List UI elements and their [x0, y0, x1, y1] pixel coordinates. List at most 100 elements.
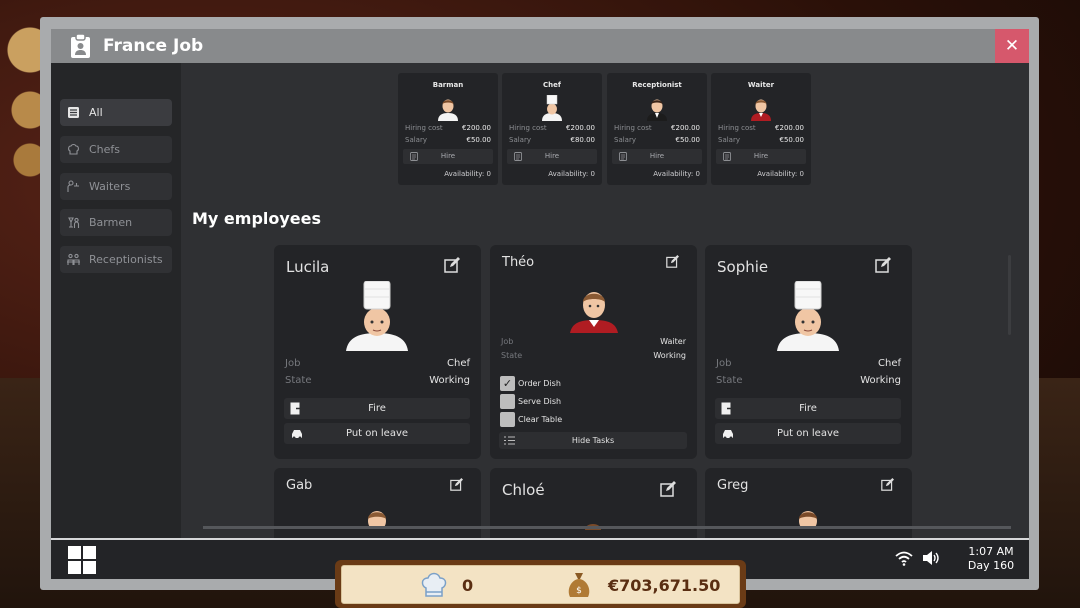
hire-button[interactable]: Hire: [612, 149, 702, 164]
hiring-cost-row: Hiring cost €200.00: [405, 124, 491, 132]
job-title: Barman: [432, 81, 464, 89]
document-icon: [619, 152, 627, 161]
state-row: State Working: [716, 375, 901, 386]
employee-card-sophie: Sophie Job Chef State Working Fire Put on …: [705, 245, 912, 459]
task-label: Serve Dish: [518, 397, 562, 406]
put-on-leave-button[interactable]: Put on leave: [715, 423, 901, 444]
close-button[interactable]: ✕: [995, 29, 1029, 63]
hiring-cost-label: Hiring cost: [405, 124, 443, 132]
state-row: State Working: [501, 351, 686, 360]
job-card-receptionist: Receptionist Hiring cost €200.00 Salary €5…: [607, 73, 707, 185]
task-clear-table[interactable]: Clear Table: [500, 412, 562, 427]
employee-name: Lucila: [286, 258, 330, 276]
employee-avatar: [368, 511, 386, 528]
clock-day: Day 160: [967, 559, 1015, 572]
employee-name: Chloé: [502, 481, 545, 499]
hiring-cost-value: €200.00: [775, 124, 804, 132]
edit-icon[interactable]: [660, 481, 676, 497]
sidebar-item-all[interactable]: All: [60, 99, 172, 126]
section-title: My employees: [192, 209, 322, 228]
fire-button[interactable]: Fire: [284, 398, 470, 419]
job-value: Chef: [447, 358, 470, 369]
put-on-leave-button[interactable]: Put on leave: [284, 423, 470, 444]
employee-card-lucila: Lucila Job Chef State Working Fire Put on …: [274, 245, 481, 459]
fire-label: Fire: [799, 403, 817, 414]
hire-label: Hire: [649, 152, 665, 160]
task-serve-dish[interactable]: Serve Dish: [500, 394, 561, 409]
job-title: Waiter: [747, 81, 775, 89]
salary-value: €50.00: [466, 136, 492, 144]
edit-icon[interactable]: [450, 478, 463, 491]
car-icon: [292, 430, 302, 440]
chef-count: 0: [462, 576, 474, 595]
edit-icon[interactable]: [875, 257, 891, 273]
edit-icon[interactable]: [444, 257, 460, 273]
availability: Availability: 0: [653, 170, 700, 178]
hire-button[interactable]: Hire: [403, 149, 493, 164]
france-job-window: France Job ✕ All Chefs Waiters Barmen Re…: [40, 17, 1039, 590]
window-title: France Job: [103, 36, 204, 56]
svg-text:$: $: [576, 586, 582, 596]
scrollbar[interactable]: [1008, 255, 1011, 335]
waiter-icon: [67, 180, 79, 192]
job-row: Job Chef: [716, 358, 901, 369]
sidebar-item-receptionists[interactable]: Receptionists: [60, 246, 172, 273]
edit-icon[interactable]: [881, 478, 894, 491]
hire-button[interactable]: Hire: [507, 149, 597, 164]
salary-label: Salary: [509, 136, 531, 144]
sidebar-item-chefs[interactable]: Chefs: [60, 136, 172, 163]
sidebar-item-barmen[interactable]: Barmen: [60, 209, 172, 236]
salary-value: €80.00: [570, 136, 596, 144]
availability-value: 0: [590, 170, 595, 178]
availability-label: Availability:: [444, 170, 485, 178]
barman-icon: [68, 217, 80, 228]
salary-value: €50.00: [779, 136, 805, 144]
checkbox[interactable]: [500, 394, 515, 409]
receptionist-avatar: [647, 99, 667, 121]
sidebar: All Chefs Waiters Barmen Receptionists: [51, 63, 181, 538]
document-icon: [410, 152, 418, 161]
sidebar-item-label: Waiters: [89, 180, 131, 193]
chef-hat-icon: [68, 143, 79, 155]
list-icon: [504, 436, 515, 445]
job-title: Chef: [543, 81, 561, 89]
hire-button[interactable]: Hire: [716, 149, 806, 164]
job-label: Job: [501, 337, 514, 346]
clipboard-badge-icon: [71, 34, 90, 58]
availability: Availability: 0: [444, 170, 491, 178]
availability-label: Availability:: [548, 170, 589, 178]
windows-start-icon[interactable]: [68, 546, 96, 574]
hiring-cost-value: €200.00: [462, 124, 491, 132]
wifi-icon[interactable]: [895, 550, 913, 566]
document-icon: [514, 152, 522, 161]
job-label: Job: [285, 358, 301, 369]
job-card-barman: Barman Hiring cost €200.00 Salary €50.00 H…: [398, 73, 498, 185]
task-order-dish[interactable]: ✓ Order Dish: [500, 376, 561, 391]
employee-name: Théo: [502, 255, 535, 270]
sidebar-item-label: Barmen: [89, 216, 133, 229]
state-label: State: [501, 351, 523, 360]
employee-name: Sophie: [717, 258, 769, 276]
job-row: Job Chef: [285, 358, 470, 369]
money-bag-icon: $: [568, 573, 590, 597]
checkbox-checked[interactable]: ✓: [500, 376, 515, 391]
hide-tasks-button[interactable]: Hide Tasks: [499, 432, 687, 449]
hire-label: Hire: [544, 152, 560, 160]
barman-avatar: [438, 99, 458, 121]
hiring-cost-row: Hiring cost €200.00: [509, 124, 595, 132]
list-icon: [68, 107, 79, 118]
edit-icon[interactable]: [666, 255, 679, 268]
availability-value: 0: [695, 170, 700, 178]
fire-button[interactable]: Fire: [715, 398, 901, 419]
sidebar-item-waiters[interactable]: Waiters: [60, 173, 172, 200]
salary-row: Salary €50.00: [614, 136, 700, 144]
clock: 1:07 AM Day 160: [960, 545, 1022, 573]
state-value: Working: [860, 375, 901, 386]
volume-icon[interactable]: [922, 550, 940, 566]
availability: Availability: 0: [757, 170, 804, 178]
checkbox[interactable]: [500, 412, 515, 427]
leave-label: Put on leave: [345, 428, 409, 439]
salary-row: Salary €50.00: [718, 136, 804, 144]
receptionist-icon: [67, 253, 80, 265]
sidebar-item-label: All: [89, 106, 103, 119]
